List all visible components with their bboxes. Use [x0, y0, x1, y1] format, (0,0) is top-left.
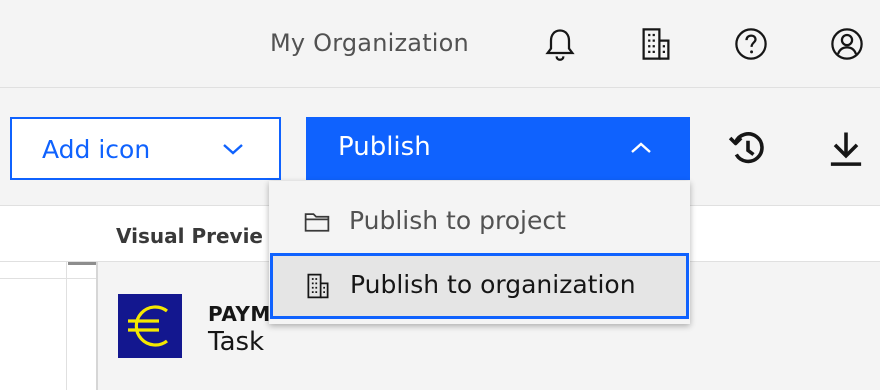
- building-icon[interactable]: [636, 24, 676, 64]
- publish-menu: Publish to project Publish to organizati…: [269, 181, 690, 324]
- chevron-up-icon: [626, 136, 656, 160]
- history-icon[interactable]: [724, 125, 772, 173]
- bell-icon[interactable]: [540, 24, 580, 64]
- building-icon: [304, 272, 332, 300]
- download-icon[interactable]: [822, 125, 870, 173]
- euro-icon: [118, 294, 182, 358]
- folder-icon: [303, 208, 331, 236]
- card-title: PAYM: [208, 302, 271, 326]
- visual-preview-column-header: Visual Previe: [116, 224, 263, 248]
- help-icon[interactable]: [731, 24, 771, 64]
- menu-item-publish-to-project[interactable]: Publish to project: [269, 189, 690, 253]
- menu-item-label: Publish to project: [349, 206, 566, 235]
- user-avatar-icon[interactable]: [827, 24, 867, 64]
- card-subtitle: Task: [208, 327, 265, 357]
- add-icon-label: Add icon: [42, 135, 151, 164]
- app-header: My Organization: [0, 0, 880, 88]
- chevron-down-icon: [218, 137, 248, 161]
- panel-divider: [0, 278, 96, 279]
- menu-item-publish-to-organization[interactable]: Publish to organization: [270, 253, 689, 319]
- panel-marker: [68, 262, 96, 265]
- menu-item-label: Publish to organization: [350, 270, 636, 299]
- publish-label: Publish: [338, 132, 431, 162]
- publish-button[interactable]: Publish: [306, 117, 690, 180]
- organization-name[interactable]: My Organization: [270, 29, 469, 57]
- panel-divider-vertical: [66, 262, 67, 390]
- left-panel: [0, 262, 96, 390]
- add-icon-dropdown[interactable]: Add icon: [10, 117, 281, 180]
